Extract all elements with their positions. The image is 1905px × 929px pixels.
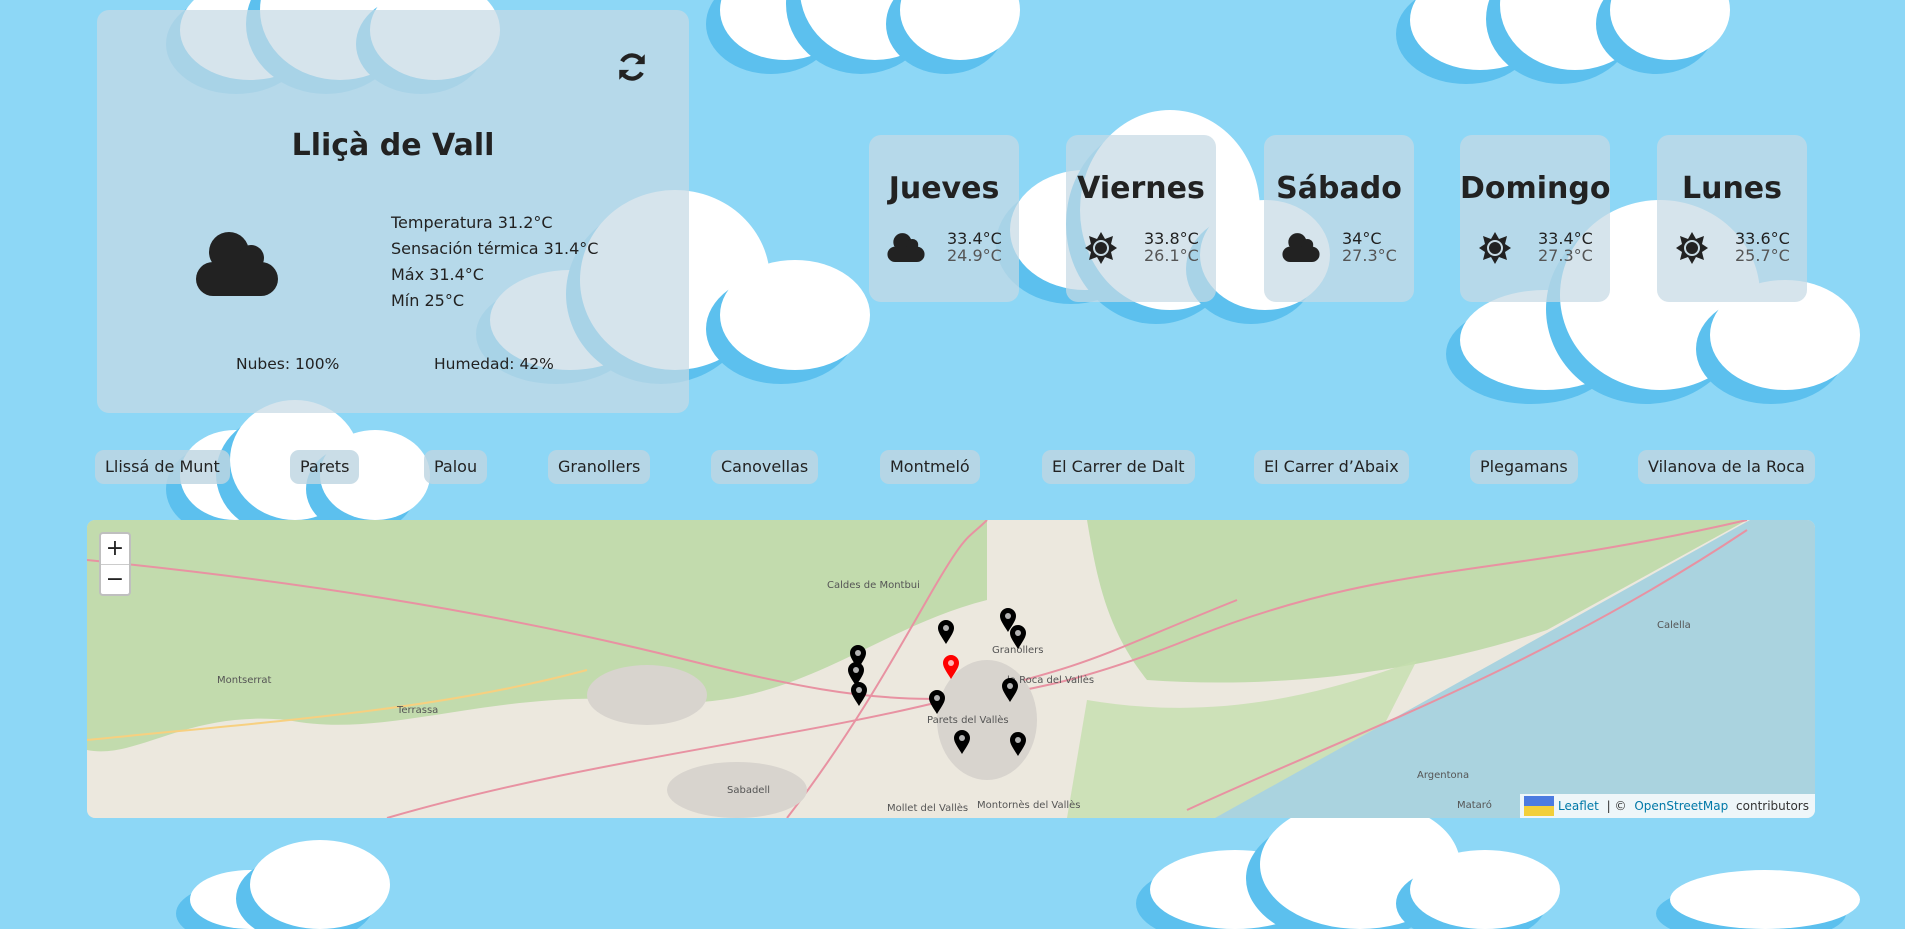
clouds-percent: Nubes: 100% (236, 355, 340, 373)
map-place-label: Montornès del Vallès (977, 800, 1081, 811)
attribution-suffix: contributors (1732, 799, 1809, 813)
openstreetmap-link[interactable]: OpenStreetMap (1634, 799, 1728, 813)
location-marker[interactable] (1009, 731, 1027, 757)
town-button[interactable]: El Carrer de Dalt (1042, 450, 1195, 484)
map-place-label: Argentona (1417, 770, 1470, 781)
forecast-max: 33.8°C (1144, 229, 1199, 248)
location-marker[interactable] (953, 729, 971, 755)
leaflet-link[interactable]: Leaflet (1558, 799, 1599, 813)
forecast-max: 34°C (1342, 229, 1382, 248)
town-button[interactable]: El Carrer d’Abaix (1254, 450, 1409, 484)
forecast-day: Lunes (1681, 171, 1783, 206)
forecast-card: Domingo 33.4°C 27.3°C (1460, 135, 1611, 302)
town-button[interactable]: Plegamans (1470, 450, 1578, 484)
map-place-label: Parets del Vallès (927, 715, 1009, 726)
selected-location-marker[interactable] (942, 654, 960, 680)
town-button[interactable]: Palou (424, 450, 488, 484)
forecast-day: Sábado (1276, 171, 1402, 206)
town-button[interactable]: Parets (290, 450, 360, 484)
zoom-control: + − (99, 532, 131, 596)
cloud-icon (196, 232, 278, 296)
location-marker[interactable] (1009, 624, 1027, 650)
map[interactable]: + − Caldes de Montbui Terrassa Sabadell Mol… (87, 520, 1815, 818)
map-place-label: Montserrat (217, 675, 272, 686)
background-cloud (720, 0, 1020, 70)
sun-icon (1675, 231, 1713, 265)
zoom-out-button[interactable]: − (101, 564, 129, 594)
forecast-day: Viernes (1077, 171, 1205, 206)
forecast-card: Lunes 33.6°C 25.7°C (1657, 135, 1807, 302)
forecast-card: Jueves 33.4°C 24.9°C (869, 135, 1019, 302)
forecast-card: Viernes 33.8°C 26.1°C (1066, 135, 1216, 302)
max-temperature: Máx 31.4°C (391, 265, 484, 284)
background-cloud (1410, 0, 1730, 80)
location-marker[interactable] (928, 689, 946, 715)
sun-icon (1084, 231, 1122, 265)
weather-details: Temperatura 31.2°C Sensación térmica 31.… (391, 210, 598, 314)
zoom-in-button[interactable]: + (101, 534, 129, 564)
ukraine-flag-icon (1524, 796, 1554, 816)
forecast-min: 25.7°C (1735, 246, 1790, 265)
town-button[interactable]: Canovellas (711, 450, 819, 484)
map-place-label: Mollet del Vallès (887, 803, 969, 814)
location-marker[interactable] (937, 619, 955, 645)
town-button[interactable]: Llissá de Munt (95, 450, 230, 484)
cloud-icon (1282, 231, 1320, 265)
temperature: Temperatura 31.2°C (391, 213, 553, 232)
map-place-label: Calella (1657, 620, 1691, 631)
refresh-icon[interactable] (615, 50, 649, 84)
forecast-day: Domingo (1460, 171, 1611, 206)
forecast-min: 24.9°C (947, 246, 1002, 265)
forecast-min: 27.3°C (1538, 246, 1593, 265)
forecast-max: 33.4°C (947, 229, 1002, 248)
humidity: Humedad: 42% (434, 355, 554, 373)
forecast-min: 26.1°C (1144, 246, 1199, 265)
city-name: Lliçà de Vall (291, 128, 495, 163)
town-button[interactable]: Vilanova de la Roca (1638, 450, 1815, 484)
forecast-day: Jueves (888, 171, 1000, 206)
map-place-label: Sabadell (727, 785, 771, 796)
map-place-label: Caldes de Montbui (827, 580, 920, 591)
feels-like: Sensación térmica 31.4°C (391, 239, 599, 258)
forecast-max: 33.4°C (1538, 229, 1593, 248)
forecast-card: Sábado 34°C 27.3°C (1264, 135, 1414, 302)
map-attribution: Leaflet | © OpenStreetMap contributors (1520, 794, 1815, 818)
location-marker[interactable] (1001, 677, 1019, 703)
map-place-label: Mataró (1457, 800, 1492, 811)
sun-icon (1478, 231, 1516, 265)
background-cloud (190, 840, 450, 929)
town-button[interactable]: Montmeló (880, 450, 980, 484)
background-cloud (1670, 850, 1860, 929)
town-button[interactable]: Granollers (548, 450, 651, 484)
map-place-label: Terrassa (397, 705, 439, 716)
forecast-min: 27.3°C (1342, 246, 1397, 265)
min-temperature: Mín 25°C (391, 291, 465, 310)
background-cloud (1150, 800, 1570, 929)
map-place-label: la Roca del Vallès (1007, 675, 1095, 686)
location-marker[interactable] (850, 681, 868, 707)
attribution-separator: | © (1602, 799, 1631, 813)
current-weather-card: Lliçà de Vall Temperatura 31.2°C Sensaci… (97, 10, 689, 413)
forecast-max: 33.6°C (1735, 229, 1790, 248)
cloud-icon (887, 231, 925, 265)
